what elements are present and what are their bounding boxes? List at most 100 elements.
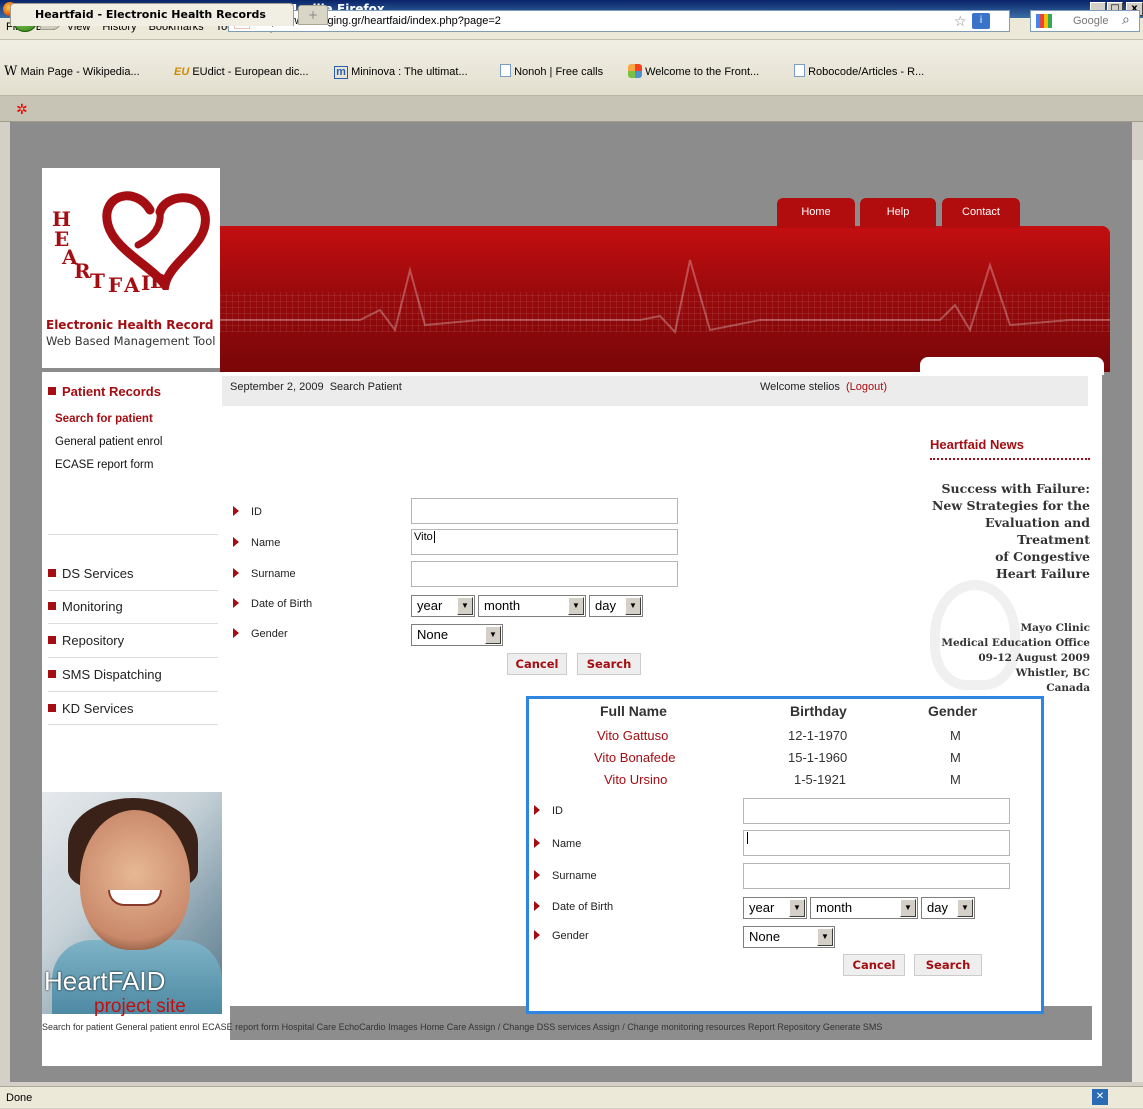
url-bar[interactable]: http://www.staging.gr/heartfaid/index.ph… [228, 10, 1010, 32]
label-text: Name [552, 838, 582, 850]
vertical-scrollbar[interactable] [1132, 160, 1143, 1082]
footer-links[interactable]: Search for patient General patient enrol… [42, 1022, 1102, 1032]
bookmark-label: Robocode/Articles - R... [808, 66, 925, 78]
news-divider [930, 458, 1090, 460]
page-icon [500, 64, 511, 77]
bookmark-robocode[interactable]: Robocode/Articles - R... [794, 58, 924, 86]
nav-contact[interactable]: Contact [942, 198, 1020, 228]
name-field[interactable]: Vito [411, 529, 678, 555]
result-gender: M [950, 750, 961, 765]
select-value: month [816, 900, 853, 915]
result-name-link[interactable]: Vito Ursino [604, 772, 667, 787]
select-value: None [417, 627, 449, 642]
news-panel-cap [920, 357, 1104, 375]
info-icon[interactable]: i [972, 13, 990, 29]
surname-label: Surname [233, 568, 296, 580]
col-header-fullname: Full Name [600, 703, 667, 719]
google-icon[interactable] [1036, 14, 1052, 28]
news-line: of Congestive [995, 549, 1090, 564]
bullet-square-icon [48, 670, 56, 678]
popup-year-select[interactable]: year ▼ [743, 897, 807, 919]
divider [48, 534, 218, 535]
bullet-square-icon [48, 569, 56, 577]
magnifier-icon[interactable]: ⌕ [1122, 12, 1130, 28]
bookmark-label: Mininova : The ultimat... [351, 66, 468, 78]
bookmark-label: Welcome to the Front... [645, 66, 760, 78]
news-line: New Strategies for the [931, 498, 1090, 513]
news-detail: 09-12 August 2009 [978, 652, 1090, 664]
result-birthday: 1-5-1921 [794, 772, 847, 787]
popup-id-label: ID [534, 805, 563, 817]
label-text: Name [251, 537, 281, 549]
sidebar-link-search-patient[interactable]: Search for patient [55, 413, 153, 425]
year-select[interactable]: year ▼ [411, 595, 475, 617]
divider [48, 724, 218, 725]
surname-field[interactable] [411, 561, 678, 587]
sidebar-link-general-enrol[interactable]: General patient enrol [55, 436, 162, 448]
nav-home[interactable]: Home [777, 198, 855, 228]
nav-help[interactable]: Help [860, 198, 936, 228]
news-detail: Whistler, BC [1015, 667, 1090, 679]
popup-month-select[interactable]: month ▼ [810, 897, 918, 919]
section-label: SMS Dispatching [62, 667, 162, 682]
bookmark-mininova[interactable]: m Mininova : The ultimat... [334, 58, 468, 86]
sidebar-section-kd-services[interactable]: KD Services [48, 701, 134, 716]
new-tab-button[interactable]: + [298, 5, 328, 25]
select-value: day [927, 900, 948, 915]
news-title: Heartfaid News [930, 437, 1024, 452]
news-detail: Canada [1046, 682, 1090, 694]
id-label: ID [233, 506, 262, 518]
id-field[interactable] [411, 498, 678, 524]
bookmark-eudict[interactable]: EU EUdict - European dic... [174, 58, 309, 86]
star-icon[interactable]: ☆ [954, 14, 967, 30]
bookmark-frontpage[interactable]: Welcome to the Front... [628, 58, 759, 86]
label-text: Gender [251, 628, 288, 640]
welcome-text: Welcome stelios [760, 381, 840, 393]
news-detail: Medical Education Office [941, 637, 1090, 649]
divider [48, 590, 218, 591]
addon-icon[interactable]: ✕ [1092, 1089, 1108, 1105]
sidebar-section-monitoring[interactable]: Monitoring [48, 599, 123, 614]
result-name-link[interactable]: Vito Bonafede [594, 750, 675, 765]
tab-heartfaid[interactable]: Heartfaid - Electronic Health Records [10, 3, 294, 26]
news-headline[interactable]: Success with Failure: New Strategies for… [922, 480, 1090, 582]
joomla-icon [628, 64, 642, 78]
arrow-right-icon [534, 930, 540, 940]
divider [48, 691, 218, 692]
bookmark-label: Main Page - Wikipedia... [20, 66, 140, 78]
text-cursor [433, 531, 435, 543]
section-label: Repository [62, 633, 125, 648]
arrow-right-icon [534, 870, 540, 880]
tab-title: Heartfaid - Electronic Health Records [35, 8, 266, 21]
popup-search-button[interactable]: Search [914, 954, 982, 976]
logo-subtagline: Web Based Management Tool [46, 334, 216, 348]
logout-link[interactable]: (Logout) [846, 381, 887, 393]
result-name-link[interactable]: Vito Gattuso [597, 728, 668, 743]
popup-surname-field[interactable] [743, 863, 1010, 889]
popup-gender-select[interactable]: None ▼ [743, 926, 835, 948]
bookmark-nonoh[interactable]: Nonoh | Free calls [500, 58, 603, 86]
search-button[interactable]: Search [577, 653, 641, 675]
cancel-button[interactable]: Cancel [507, 653, 567, 675]
bookmark-wikipedia[interactable]: W Main Page - Wikipedia... [4, 58, 140, 86]
sidebar-section-patient-records[interactable]: Patient Records [48, 384, 161, 399]
status-bar: Done [0, 1086, 1143, 1108]
popup-day-select[interactable]: day ▼ [921, 897, 975, 919]
sidebar-link-ecase-report[interactable]: ECASE report form [55, 459, 153, 471]
bullet-square-icon [48, 704, 56, 712]
news-line: Treatment [1017, 532, 1090, 547]
popup-name-field[interactable] [743, 830, 1010, 856]
heartfaid-logo-text: H E A RT FAID [52, 208, 167, 297]
sidebar-section-repository[interactable]: Repository [48, 633, 124, 648]
breadcrumb: September 2, 2009 Search Patient [230, 381, 402, 393]
gender-select[interactable]: None ▼ [411, 624, 503, 646]
popup-id-field[interactable] [743, 798, 1010, 824]
welcome-message: Welcome stelios (Logout) [760, 381, 887, 393]
day-select[interactable]: day ▼ [589, 595, 643, 617]
result-birthday: 15-1-1960 [788, 750, 848, 765]
sidebar-section-sms[interactable]: SMS Dispatching [48, 667, 162, 682]
dob-label: Date of Birth [233, 598, 312, 610]
popup-cancel-button[interactable]: Cancel [843, 954, 905, 976]
sidebar-section-ds-services[interactable]: DS Services [48, 566, 134, 581]
month-select[interactable]: month ▼ [478, 595, 586, 617]
